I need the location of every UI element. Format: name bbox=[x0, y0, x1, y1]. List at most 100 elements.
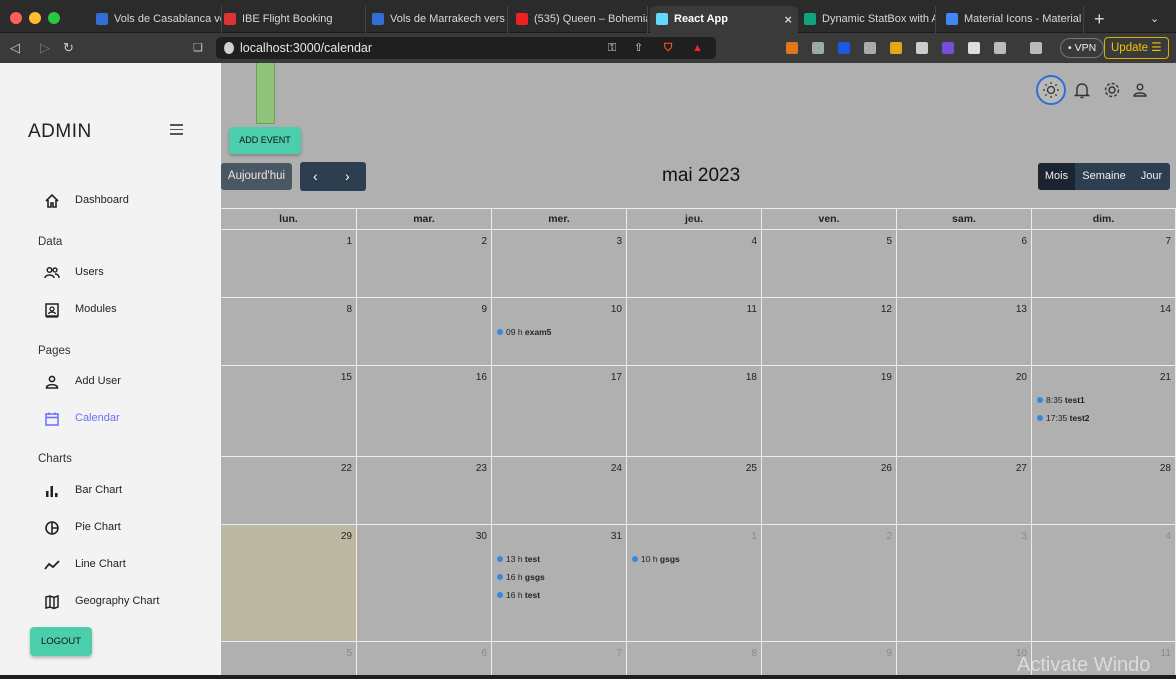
day-number[interactable]: 4 bbox=[751, 236, 757, 247]
notifications-icon[interactable] bbox=[1071, 79, 1093, 101]
view-day-button[interactable]: Jour bbox=[1133, 163, 1170, 190]
day-number[interactable]: 1 bbox=[346, 236, 352, 247]
day-cell[interactable]: 21 8:35 test1 17:35 test2 bbox=[1032, 366, 1176, 457]
day-number[interactable]: 8 bbox=[751, 648, 757, 659]
day-number[interactable]: 16 bbox=[476, 372, 487, 383]
day-cell[interactable]: 9 bbox=[762, 642, 897, 675]
light-mode-button[interactable] bbox=[1036, 75, 1066, 105]
day-number[interactable]: 10 bbox=[611, 304, 622, 315]
day-number[interactable]: 19 bbox=[881, 372, 892, 383]
prev-month-button[interactable]: ‹ bbox=[313, 167, 318, 185]
settings-icon[interactable] bbox=[1101, 79, 1123, 101]
day-cell[interactable]: 8 bbox=[627, 642, 762, 675]
day-number[interactable]: 5 bbox=[886, 236, 892, 247]
calendar-event[interactable]: 16 h test bbox=[497, 588, 540, 602]
day-cell[interactable]: 6 bbox=[897, 230, 1032, 298]
day-number[interactable]: 4 bbox=[1165, 531, 1171, 542]
sidebar-item-add-user[interactable]: Add User bbox=[44, 372, 214, 392]
day-cell[interactable]: 2 bbox=[357, 230, 492, 298]
day-number[interactable]: 26 bbox=[881, 463, 892, 474]
day-number[interactable]: 20 bbox=[1016, 372, 1027, 383]
sidebar-panel-icon[interactable] bbox=[994, 42, 1006, 54]
share-icon[interactable]: ⇧ bbox=[634, 37, 643, 59]
day-cell[interactable]: 7 bbox=[1032, 230, 1176, 298]
day-cell[interactable]: 8 bbox=[221, 298, 357, 366]
sidebar-item-line-chart[interactable]: Line Chart bbox=[44, 555, 214, 575]
day-number[interactable]: 23 bbox=[476, 463, 487, 474]
day-cell[interactable]: 17 bbox=[492, 366, 627, 457]
person-icon[interactable] bbox=[1129, 79, 1151, 101]
update-button[interactable]: Update ☰ bbox=[1104, 37, 1169, 59]
sidebar-item-users[interactable]: Users bbox=[44, 263, 214, 283]
day-cell[interactable]: 14 bbox=[1032, 298, 1176, 366]
day-cell[interactable]: 27 bbox=[897, 457, 1032, 525]
view-month-button[interactable]: Mois bbox=[1038, 163, 1075, 190]
day-cell[interactable]: 10 09 h exam5 bbox=[492, 298, 627, 366]
day-cell[interactable]: 3 bbox=[897, 525, 1032, 642]
day-cell[interactable]: 13 bbox=[897, 298, 1032, 366]
browser-tab[interactable]: IBE Flight Booking bbox=[218, 6, 366, 33]
day-number[interactable]: 14 bbox=[1160, 304, 1171, 315]
calendar-event[interactable]: 17:35 test2 bbox=[1037, 411, 1090, 425]
browser-tab[interactable]: Vols de Marrakech vers bbox=[366, 6, 508, 33]
calendar-event[interactable]: 10 h gsgs bbox=[632, 552, 680, 566]
close-tab-icon[interactable]: × bbox=[784, 6, 792, 33]
day-number[interactable]: 17 bbox=[611, 372, 622, 383]
day-cell[interactable]: 22 bbox=[221, 457, 357, 525]
day-number[interactable]: 5 bbox=[346, 648, 352, 659]
day-number[interactable]: 2 bbox=[481, 236, 487, 247]
day-number[interactable]: 11 bbox=[747, 304, 757, 315]
sidebar-item-calendar[interactable]: Calendar bbox=[44, 409, 214, 429]
camera-extension-icon[interactable] bbox=[864, 42, 876, 54]
browser-tab[interactable]: React App × bbox=[650, 6, 798, 33]
day-cell[interactable]: 9 bbox=[357, 298, 492, 366]
browser-tab[interactable]: Material Icons - Material bbox=[940, 6, 1084, 33]
day-number[interactable]: 3 bbox=[616, 236, 622, 247]
bookmark-icon[interactable]: ❑ bbox=[193, 39, 203, 57]
vpn-button[interactable]: • VPN bbox=[1060, 38, 1105, 58]
day-number[interactable]: 9 bbox=[886, 648, 892, 659]
day-number[interactable]: 30 bbox=[476, 531, 487, 542]
reload-icon[interactable]: ↻ bbox=[63, 39, 74, 57]
day-cell[interactable]: 5 bbox=[762, 230, 897, 298]
logout-button[interactable]: LOGOUT bbox=[30, 627, 92, 656]
day-cell[interactable]: 10 bbox=[897, 642, 1032, 675]
calendar-event[interactable]: 16 h gsgs bbox=[497, 570, 545, 584]
calendar-event[interactable]: 09 h exam5 bbox=[497, 325, 551, 339]
maximize-window-button[interactable] bbox=[48, 12, 60, 24]
sidebar-item-geography-chart[interactable]: Geography Chart bbox=[44, 592, 214, 612]
calendar-event[interactable]: 13 h test bbox=[497, 552, 540, 566]
day-cell[interactable]: 28 bbox=[1032, 457, 1176, 525]
sidebar-item-dashboard[interactable]: Dashboard bbox=[44, 191, 214, 211]
day-cell[interactable]: 23 bbox=[357, 457, 492, 525]
menu-toggle-icon[interactable] bbox=[170, 124, 183, 138]
address-bar[interactable]: localhost:3000/calendar ⚿ ⇧ ⛉ ▲ bbox=[216, 37, 716, 59]
day-number[interactable]: 6 bbox=[481, 648, 487, 659]
today-button[interactable]: Aujourd'hui bbox=[221, 163, 292, 190]
day-cell[interactable]: 25 bbox=[627, 457, 762, 525]
browser-tab[interactable]: (535) Queen – Bohemian bbox=[510, 6, 648, 33]
day-cell[interactable]: 7 bbox=[492, 642, 627, 675]
day-cell[interactable]: 1 bbox=[221, 230, 357, 298]
bitwarden-icon[interactable] bbox=[838, 42, 850, 54]
day-cell[interactable]: 3 bbox=[492, 230, 627, 298]
day-number[interactable]: 31 bbox=[611, 531, 622, 542]
day-number[interactable]: 28 bbox=[1160, 463, 1171, 474]
view-week-button[interactable]: Semaine bbox=[1075, 163, 1133, 190]
day-cell[interactable]: 4 bbox=[1032, 525, 1176, 642]
day-cell[interactable]: 16 bbox=[357, 366, 492, 457]
calendar-event[interactable]: 8:35 test1 bbox=[1037, 393, 1085, 407]
honey-extension-icon[interactable] bbox=[890, 42, 902, 54]
day-number[interactable]: 24 bbox=[611, 463, 622, 474]
day-cell[interactable]: 12 bbox=[762, 298, 897, 366]
day-number[interactable]: 12 bbox=[881, 304, 892, 315]
day-cell[interactable]: 15 bbox=[221, 366, 357, 457]
day-number[interactable]: 13 bbox=[1016, 304, 1027, 315]
day-number[interactable]: 6 bbox=[1021, 236, 1027, 247]
day-number[interactable]: 7 bbox=[1165, 236, 1171, 247]
day-number[interactable]: 15 bbox=[341, 372, 352, 383]
sidebar-toggle-icon[interactable]: ◁ bbox=[10, 39, 20, 57]
day-cell[interactable]: 6 bbox=[357, 642, 492, 675]
day-number[interactable]: 21 bbox=[1160, 372, 1171, 383]
day-number[interactable]: 2 bbox=[886, 531, 892, 542]
